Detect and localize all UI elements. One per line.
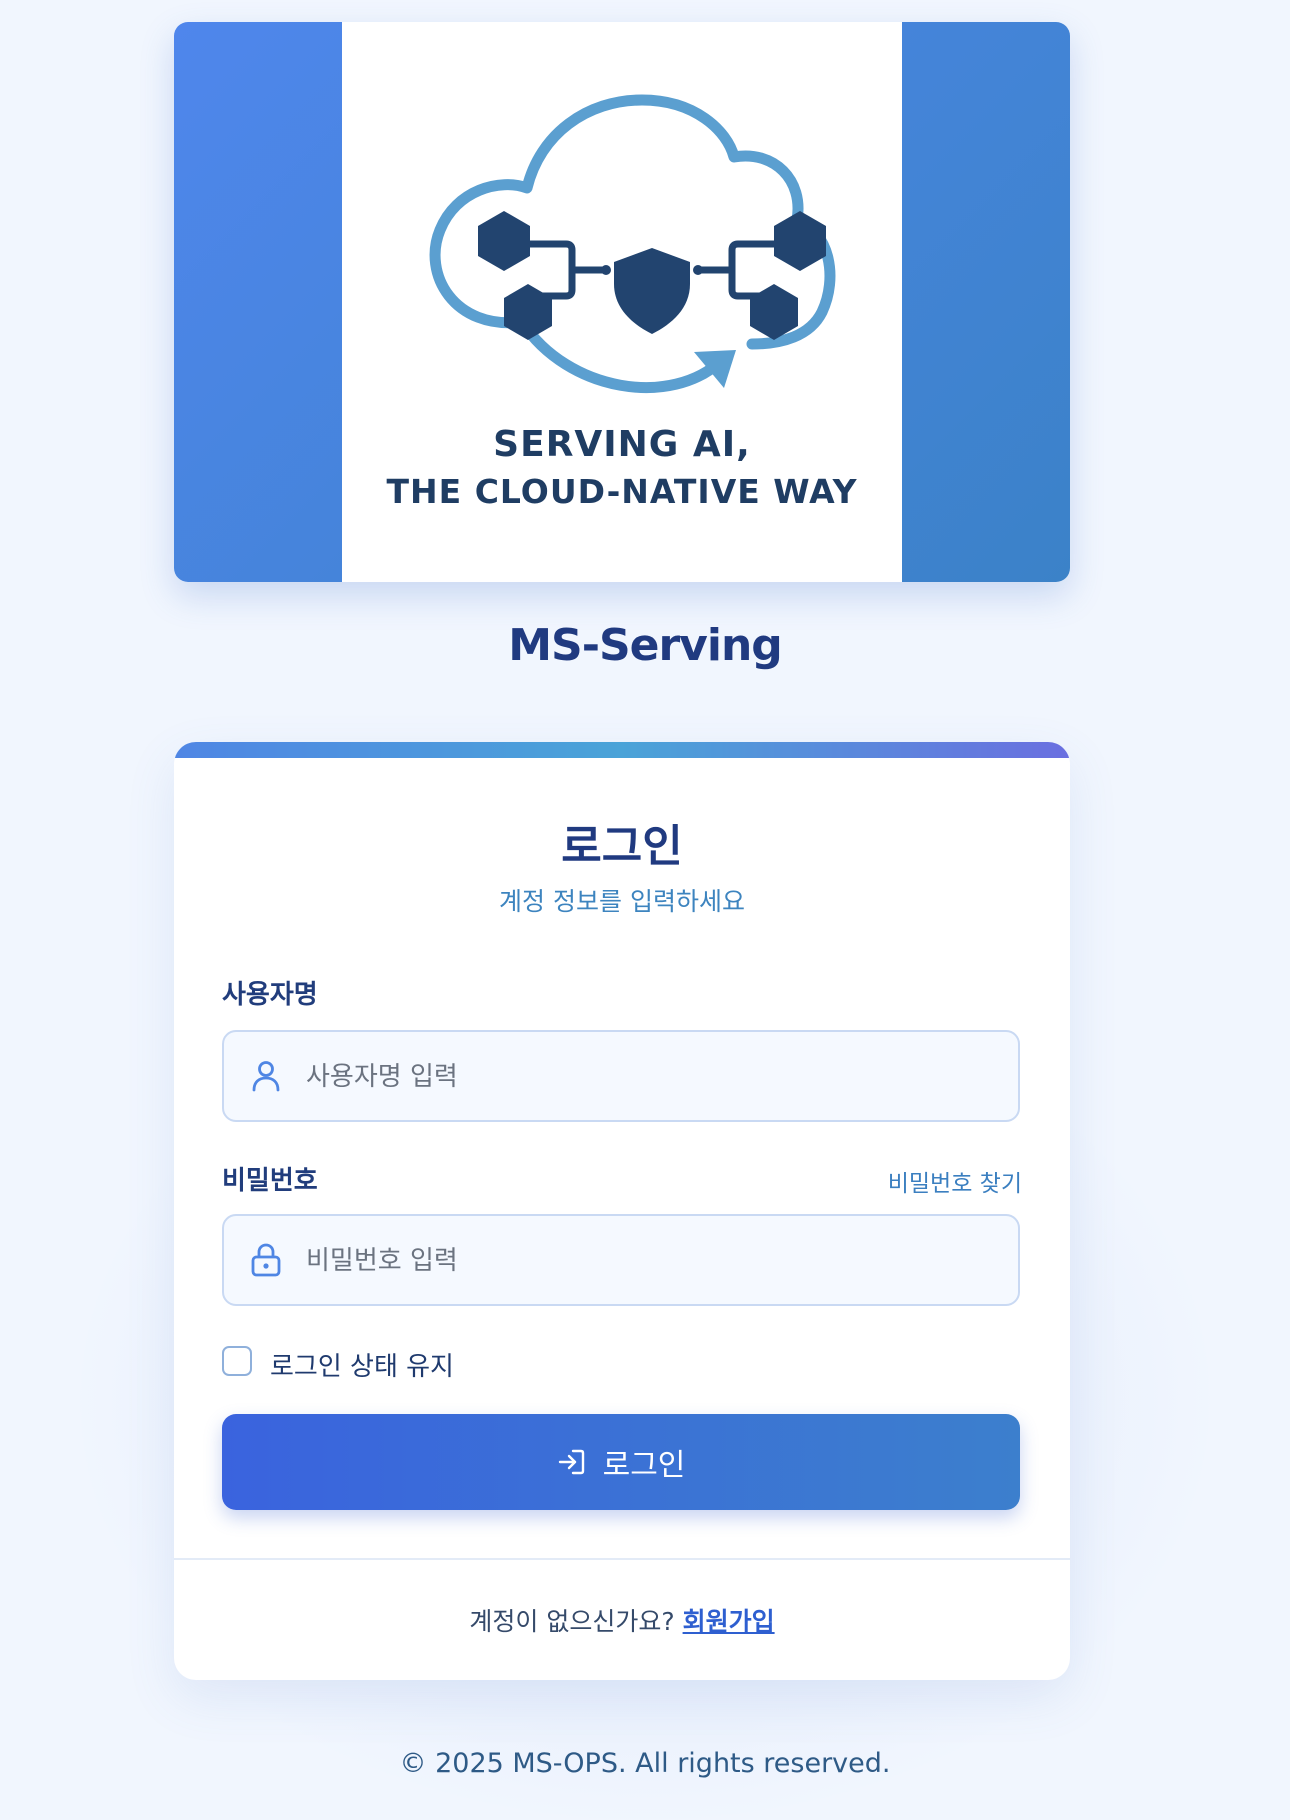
signup-prompt: 계정이 없으신가요? 회원가입 (174, 1602, 1070, 1638)
brand-title: MS-Serving (508, 620, 783, 671)
username-field-box[interactable] (222, 1030, 1020, 1122)
username-label: 사용자명 (222, 980, 318, 1010)
login-card: 로그인 계정 정보를 입력하세요 사용자명 비밀번호 비밀번호 찾기 로그인 상… (174, 742, 1070, 1680)
logo-image: SERVING AI, THE CLOUD-NATIVE WAY (342, 22, 902, 582)
login-button[interactable]: 로그인 (222, 1414, 1020, 1510)
login-subtitle: 계정 정보를 입력하세요 (499, 887, 745, 916)
card-accent-bar (174, 742, 1070, 758)
hero-banner: SERVING AI, THE CLOUD-NATIVE WAY (174, 22, 1070, 582)
remember-me-label[interactable]: 로그인 상태 유지 (270, 1346, 454, 1383)
password-field-box[interactable] (222, 1214, 1020, 1306)
password-input[interactable] (304, 1216, 998, 1306)
logo-tagline-line1: SERVING AI, (493, 424, 751, 465)
user-icon (252, 1061, 280, 1092)
password-label: 비밀번호 (222, 1166, 318, 1196)
username-input[interactable] (304, 1032, 998, 1122)
lock-icon (251, 1243, 281, 1277)
signup-link[interactable]: 회원가입 (683, 1607, 775, 1636)
no-account-text: 계정이 없으신가요? (469, 1607, 675, 1636)
login-button-label: 로그인 (602, 1448, 686, 1483)
card-divider (174, 1558, 1070, 1560)
login-title: 로그인 (561, 821, 683, 872)
copyright-text: © 2025 MS-OPS. All rights reserved. (399, 1748, 891, 1779)
remember-me-checkbox[interactable] (222, 1346, 252, 1376)
login-arrow-icon (558, 1449, 584, 1475)
logo-tagline-line2: THE CLOUD-NATIVE WAY (386, 472, 858, 511)
forgot-password-link[interactable]: 비밀번호 찾기 (888, 1164, 1022, 1198)
